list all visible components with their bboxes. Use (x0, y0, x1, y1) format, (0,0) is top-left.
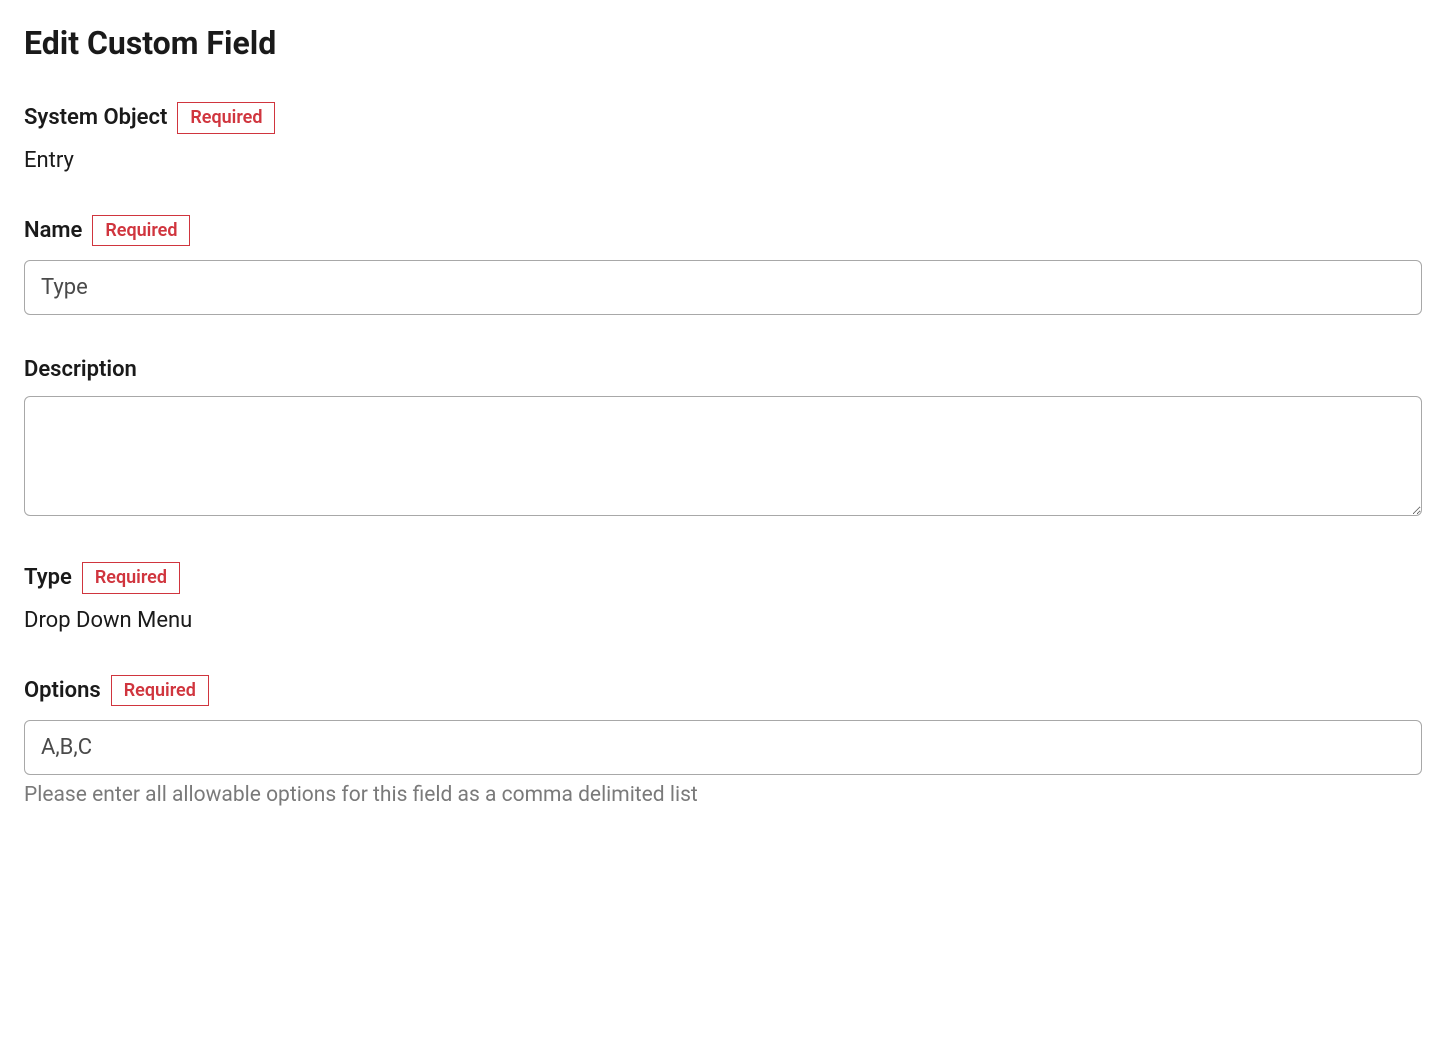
page-title: Edit Custom Field (24, 24, 1422, 62)
options-input[interactable] (24, 720, 1422, 775)
type-label-row: Type Required (24, 562, 1422, 594)
system-object-value: Entry (24, 148, 1422, 173)
type-value: Drop Down Menu (24, 608, 1422, 633)
name-label: Name (24, 218, 82, 243)
name-input[interactable] (24, 260, 1422, 315)
type-label: Type (24, 565, 72, 590)
options-label: Options (24, 678, 101, 703)
system-object-label: System Object (24, 105, 167, 130)
options-field: Options Required Please enter all allowa… (24, 675, 1422, 808)
required-badge: Required (177, 102, 275, 134)
required-badge: Required (111, 675, 209, 707)
description-label-row: Description (24, 357, 1422, 382)
options-label-row: Options Required (24, 675, 1422, 707)
system-object-label-row: System Object Required (24, 102, 1422, 134)
description-label: Description (24, 357, 137, 382)
name-field: Name Required (24, 215, 1422, 316)
required-badge: Required (92, 215, 190, 247)
required-badge: Required (82, 562, 180, 594)
description-field: Description (24, 357, 1422, 520)
name-label-row: Name Required (24, 215, 1422, 247)
options-help-text: Please enter all allowable options for t… (24, 783, 1422, 807)
description-textarea[interactable] (24, 396, 1422, 516)
type-field: Type Required Drop Down Menu (24, 562, 1422, 633)
system-object-field: System Object Required Entry (24, 102, 1422, 173)
